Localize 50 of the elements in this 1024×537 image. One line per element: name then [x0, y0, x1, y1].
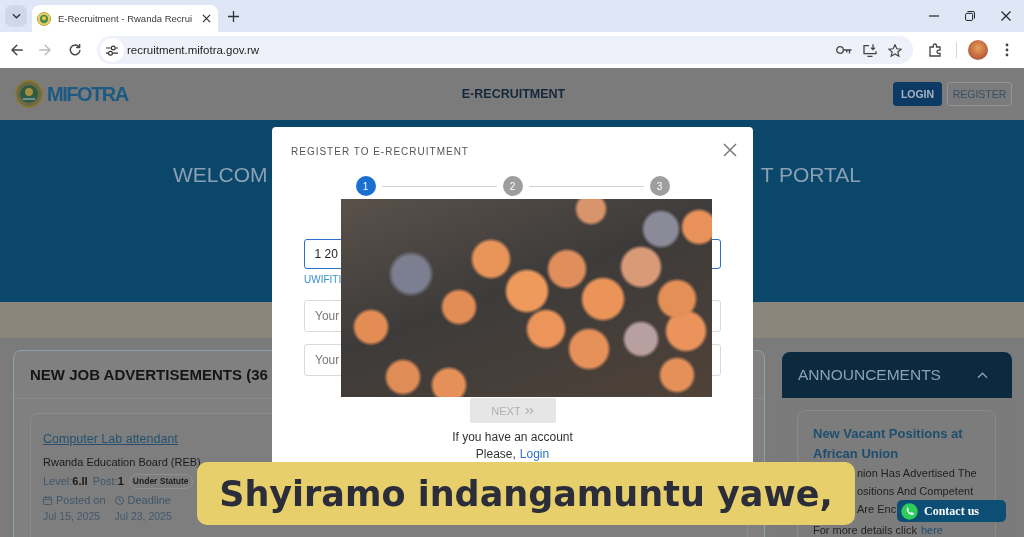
site-info-button[interactable] [100, 38, 124, 62]
browser-tab[interactable]: E-Recruitment - Rwanda Recrui [32, 5, 218, 32]
post-count: Post:1 [92, 475, 124, 487]
account-prompt: If you have an account Please, Login [451, 429, 574, 463]
clock-icon [114, 495, 124, 505]
input-field[interactable]: Your [304, 300, 721, 332]
back-icon[interactable] [11, 44, 23, 56]
restore-icon[interactable] [965, 11, 975, 21]
announcement-text: ositions And Competent [857, 484, 974, 499]
announcements-heading: ANNOUNCEMENTS [798, 366, 941, 384]
seal-icon [37, 11, 51, 26]
close-icon[interactable] [202, 14, 211, 23]
hero-title-end: T PORTAL [760, 163, 861, 187]
tune-icon [106, 44, 118, 56]
field-hint: UWIFITI [304, 273, 342, 287]
profile-avatar[interactable] [968, 40, 988, 60]
deadline-label: Deadline [127, 493, 171, 508]
step-circle: 1 [355, 176, 376, 196]
announcement-text: nion Has Advertised The [857, 466, 977, 481]
address-bar[interactable]: recruitment.mifotra.gov.rw [97, 36, 913, 64]
step-circle: 2 [502, 176, 523, 196]
announcement-text: Are Enc [857, 502, 897, 517]
input-field[interactable]: 1 20 [304, 239, 721, 269]
site-title: E-RECRUITMENT [461, 87, 566, 101]
reload-icon[interactable] [69, 44, 81, 56]
calendar-icon [43, 495, 52, 505]
job-level: Level:6.II [43, 475, 88, 487]
login-button[interactable]: LOGIN [893, 82, 942, 106]
chat-phone-icon [901, 502, 918, 520]
install-icon[interactable] [863, 43, 877, 57]
posted-label: Posted on [56, 493, 106, 508]
puzzle-icon[interactable] [929, 43, 943, 57]
hero-title-start: WELCOM [173, 163, 268, 187]
input-field[interactable]: Your [304, 344, 721, 376]
chevron-down-icon [11, 13, 21, 19]
star-icon[interactable] [888, 43, 902, 57]
step-circle: 3 [649, 176, 670, 196]
menu-icon[interactable] [1005, 43, 1009, 57]
key-icon[interactable] [836, 45, 852, 55]
close-icon[interactable] [1001, 11, 1011, 21]
jobs-heading: NEW JOB ADVERTISEMENTS (36 [30, 366, 268, 383]
new-tab-icon[interactable] [228, 10, 239, 22]
chevron-up-icon[interactable] [977, 371, 988, 379]
more-details-text: For more details click here [813, 524, 943, 537]
contact-button[interactable]: Contact us [897, 500, 1006, 522]
seal-icon [15, 79, 43, 109]
double-chevron-icon [524, 406, 534, 415]
tab-search-button[interactable] [5, 5, 27, 27]
modal-title: REGISTER TO E-RECRUITMENT [291, 146, 469, 158]
login-link[interactable]: Login [519, 447, 550, 461]
